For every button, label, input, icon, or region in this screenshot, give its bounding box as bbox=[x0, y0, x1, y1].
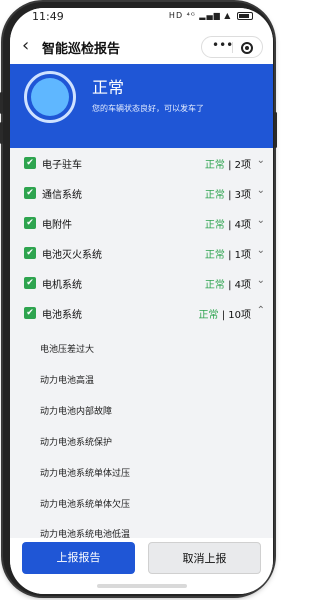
volume-up-button bbox=[0, 92, 3, 114]
checkbox-icon[interactable]: ✔ bbox=[24, 277, 36, 289]
item-status: 正常 | 10项 bbox=[199, 306, 251, 321]
list-item[interactable]: ✔ 电池灭火系统 正常 | 1项 ⌄ bbox=[10, 240, 273, 268]
checkbox-icon[interactable]: ✔ bbox=[24, 187, 36, 199]
mini-program-capsule: ••• bbox=[201, 36, 263, 58]
checkbox-icon[interactable]: ✔ bbox=[24, 157, 36, 169]
item-name: 电子驻车 bbox=[42, 160, 82, 171]
power-button bbox=[274, 112, 277, 148]
gauge-core bbox=[31, 78, 69, 116]
list-item[interactable]: ✔ 电机系统 正常 | 4项 ⌄ bbox=[10, 270, 273, 298]
status-ok: 正常 bbox=[204, 160, 225, 171]
item-status: 正常 | 3项 bbox=[205, 186, 251, 201]
screen: 11:49 HD ⁴ᴳ ▂▄▆ ▲ ‹ 智能巡检报告 ••• 正常 您的车辆状态… bbox=[10, 8, 273, 594]
bottom-action-bar: 上报报告 取消上报 bbox=[10, 538, 273, 594]
list-item[interactable]: ✔ 通信系统 正常 | 3项 ⌄ bbox=[10, 180, 273, 208]
battery-icon bbox=[237, 11, 253, 20]
checkbox-icon[interactable]: ✔ bbox=[24, 247, 36, 259]
item-count: | 2项 bbox=[224, 160, 251, 171]
sub-item: 电池压差过大 bbox=[40, 345, 95, 355]
checkbox-icon[interactable]: ✔ bbox=[24, 217, 36, 229]
status-bar: 11:49 HD ⁴ᴳ ▂▄▆ ▲ bbox=[10, 8, 273, 30]
checkbox-icon[interactable]: ✔ bbox=[24, 307, 36, 319]
sub-item: 动力电池系统单体欠压 bbox=[40, 500, 131, 510]
chevron-down-icon[interactable]: ⌄ bbox=[257, 275, 265, 286]
item-status: 正常 | 4项 bbox=[205, 276, 251, 291]
banner-status: 正常 bbox=[92, 78, 125, 97]
status-ok: 正常 bbox=[198, 310, 219, 321]
status-ok: 正常 bbox=[204, 280, 225, 291]
item-name: 通信系统 bbox=[42, 190, 82, 201]
network-icons: HD ⁴ᴳ ▂▄▆ ▲ bbox=[168, 11, 232, 20]
item-count: | 3项 bbox=[224, 190, 251, 201]
item-name: 电池灭火系统 bbox=[42, 250, 102, 261]
sub-item: 动力电池高温 bbox=[40, 376, 95, 386]
sub-item: 动力电池系统保护 bbox=[40, 438, 113, 448]
close-target-icon[interactable] bbox=[241, 42, 253, 54]
status-ok: 正常 bbox=[204, 250, 225, 261]
status-time: 11:49 bbox=[32, 10, 64, 23]
more-icon[interactable]: ••• bbox=[212, 38, 233, 52]
chevron-down-icon[interactable]: ⌄ bbox=[257, 245, 265, 256]
item-status: 正常 | 4项 bbox=[205, 216, 251, 231]
report-button[interactable]: 上报报告 bbox=[22, 542, 135, 574]
nav-bar: ‹ 智能巡检报告 ••• bbox=[10, 30, 273, 64]
status-ok: 正常 bbox=[204, 190, 225, 201]
item-count: | 4项 bbox=[224, 220, 251, 231]
item-count: | 4项 bbox=[224, 280, 251, 291]
item-count: | 1项 bbox=[224, 250, 251, 261]
item-name: 电池系统 bbox=[42, 310, 82, 321]
banner-message: 您的车辆状态良好，可以发车了 bbox=[92, 104, 204, 113]
page-title: 智能巡检报告 bbox=[42, 42, 121, 57]
item-name: 电附件 bbox=[42, 220, 72, 231]
list-item[interactable]: ✔ 电子驻车 正常 | 2项 ⌄ bbox=[10, 150, 273, 178]
list-item-expanded[interactable]: ✔ 电池系统 正常 | 10项 ⌃ bbox=[10, 300, 273, 328]
sub-item: 动力电池系统单体过压 bbox=[40, 469, 131, 479]
status-ok: 正常 bbox=[204, 220, 225, 231]
phone-frame: 11:49 HD ⁴ᴳ ▂▄▆ ▲ ‹ 智能巡检报告 ••• 正常 您的车辆状态… bbox=[0, 2, 277, 596]
chevron-up-icon[interactable]: ⌃ bbox=[257, 305, 265, 316]
list-item[interactable]: ✔ 电附件 正常 | 4项 ⌄ bbox=[10, 210, 273, 238]
item-status: 正常 | 2项 bbox=[205, 156, 251, 171]
gauge-icon bbox=[24, 71, 76, 123]
sub-item: 动力电池内部故障 bbox=[40, 407, 113, 417]
cancel-report-button[interactable]: 取消上报 bbox=[148, 542, 261, 574]
item-name: 电机系统 bbox=[42, 280, 82, 291]
chevron-down-icon[interactable]: ⌄ bbox=[257, 185, 265, 196]
item-status: 正常 | 1项 bbox=[205, 246, 251, 261]
volume-down-button bbox=[0, 122, 3, 144]
chevron-down-icon[interactable]: ⌄ bbox=[257, 155, 265, 166]
chevron-down-icon[interactable]: ⌄ bbox=[257, 215, 265, 226]
back-icon[interactable]: ‹ bbox=[22, 36, 29, 56]
capsule-divider bbox=[232, 42, 233, 53]
home-indicator bbox=[96, 584, 187, 588]
status-banner: 正常 您的车辆状态良好，可以发车了 bbox=[10, 64, 273, 148]
item-count: | 10项 bbox=[218, 310, 251, 321]
status-icons: HD ⁴ᴳ ▂▄▆ ▲ bbox=[169, 11, 253, 20]
